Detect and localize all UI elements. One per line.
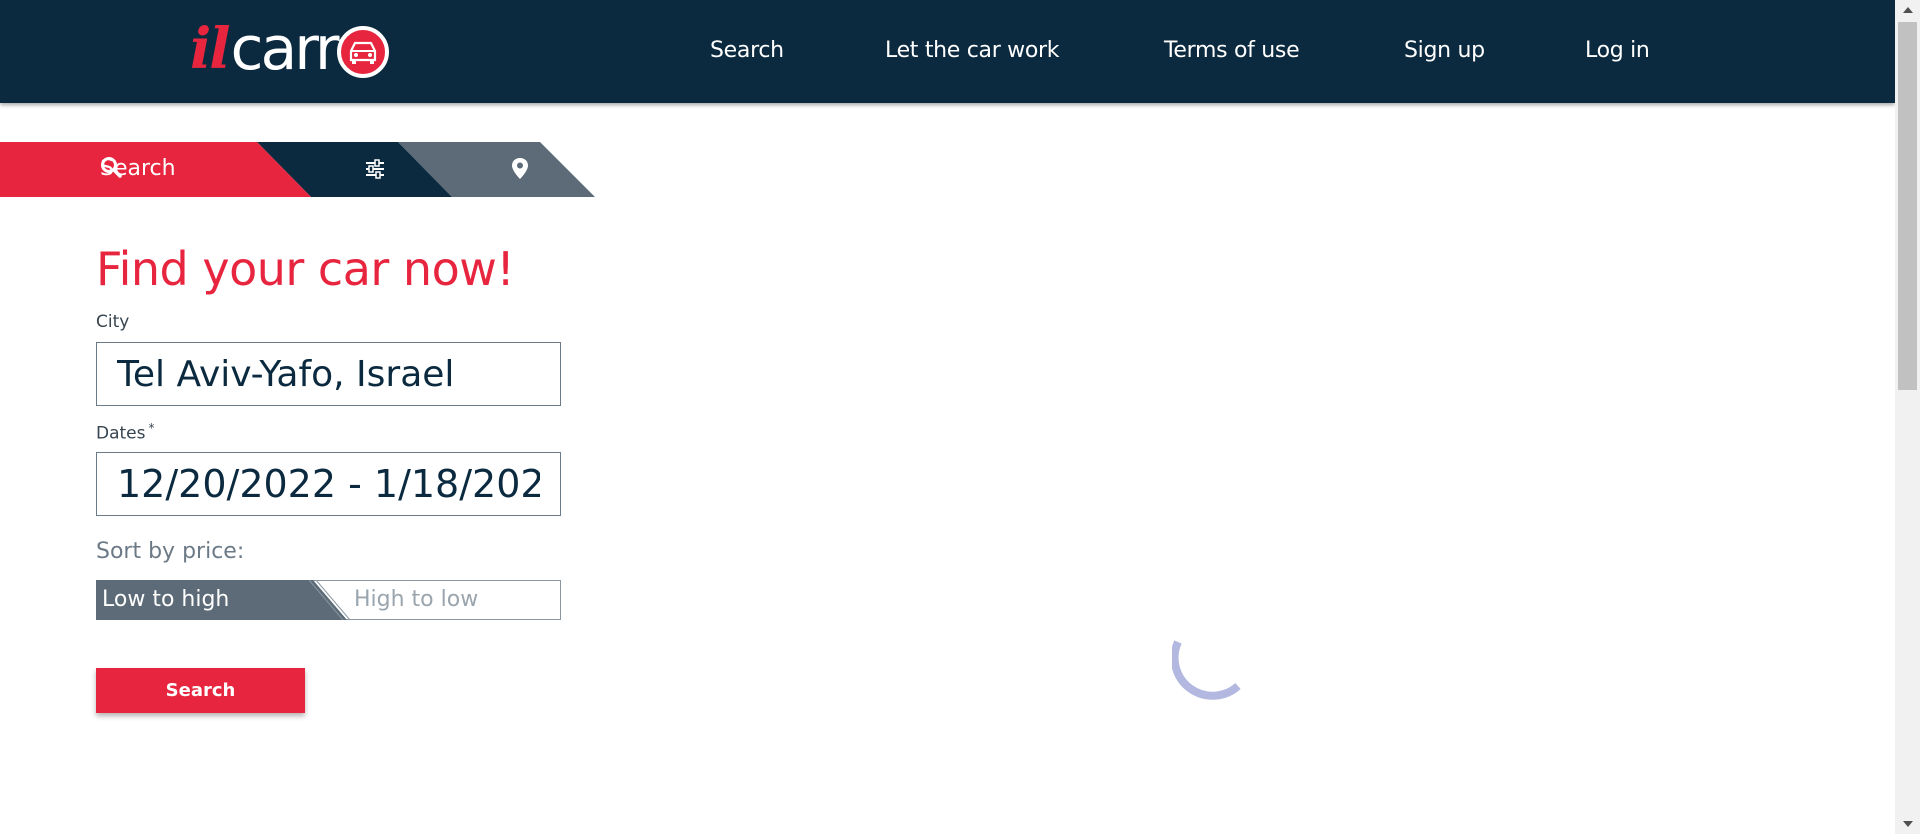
- nav-terms-of-use[interactable]: Terms of use: [1164, 38, 1300, 63]
- top-navbar: il carr Search Let the car work Terms of…: [0, 0, 1895, 103]
- map-pin-icon: [512, 158, 528, 179]
- city-field: [96, 342, 561, 406]
- tab-search[interactable]: Search: [100, 156, 176, 181]
- sort-by-price-label: Sort by price:: [96, 539, 245, 564]
- scroll-down-arrow-icon[interactable]: [1895, 814, 1920, 834]
- nav-log-in[interactable]: Log in: [1585, 38, 1650, 63]
- sort-by-price-toggle: Low to high High to low: [96, 580, 561, 620]
- sort-high-to-low-option[interactable]: High to low: [354, 587, 478, 612]
- nav-sign-up[interactable]: Sign up: [1404, 38, 1485, 63]
- required-mark: *: [148, 421, 155, 435]
- logo-carr-text: carr: [230, 14, 340, 84]
- page-title: Find your car now!: [96, 242, 515, 296]
- car-icon: [336, 26, 389, 78]
- dates-input[interactable]: [97, 453, 560, 515]
- dates-field: [96, 452, 561, 516]
- dates-label-text: Dates: [96, 423, 146, 444]
- nav-let-the-car-work[interactable]: Let the car work: [885, 38, 1059, 63]
- sort-low-to-high-option[interactable]: Low to high: [102, 587, 229, 612]
- tab-filters[interactable]: [360, 155, 390, 183]
- search-button[interactable]: Search: [96, 668, 305, 713]
- scrollbar-thumb[interactable]: [1898, 22, 1917, 390]
- search-icon: [101, 157, 122, 178]
- page: il carr Search Let the car work Terms of…: [0, 0, 1920, 834]
- ilcarro-logo[interactable]: il carr: [190, 18, 480, 80]
- logo-il-text: il: [190, 16, 231, 82]
- nav-search[interactable]: Search: [710, 38, 784, 63]
- sliders-icon: [366, 159, 384, 179]
- vertical-scrollbar[interactable]: [1895, 0, 1920, 834]
- search-mode-tabs: Search: [0, 142, 600, 197]
- city-input[interactable]: [97, 343, 560, 405]
- dates-label: Dates *: [96, 421, 155, 444]
- tab-map[interactable]: [508, 154, 532, 184]
- loading-spinner-icon: [1172, 640, 1241, 700]
- city-label: City: [96, 312, 130, 332]
- scroll-up-arrow-icon[interactable]: [1895, 0, 1920, 20]
